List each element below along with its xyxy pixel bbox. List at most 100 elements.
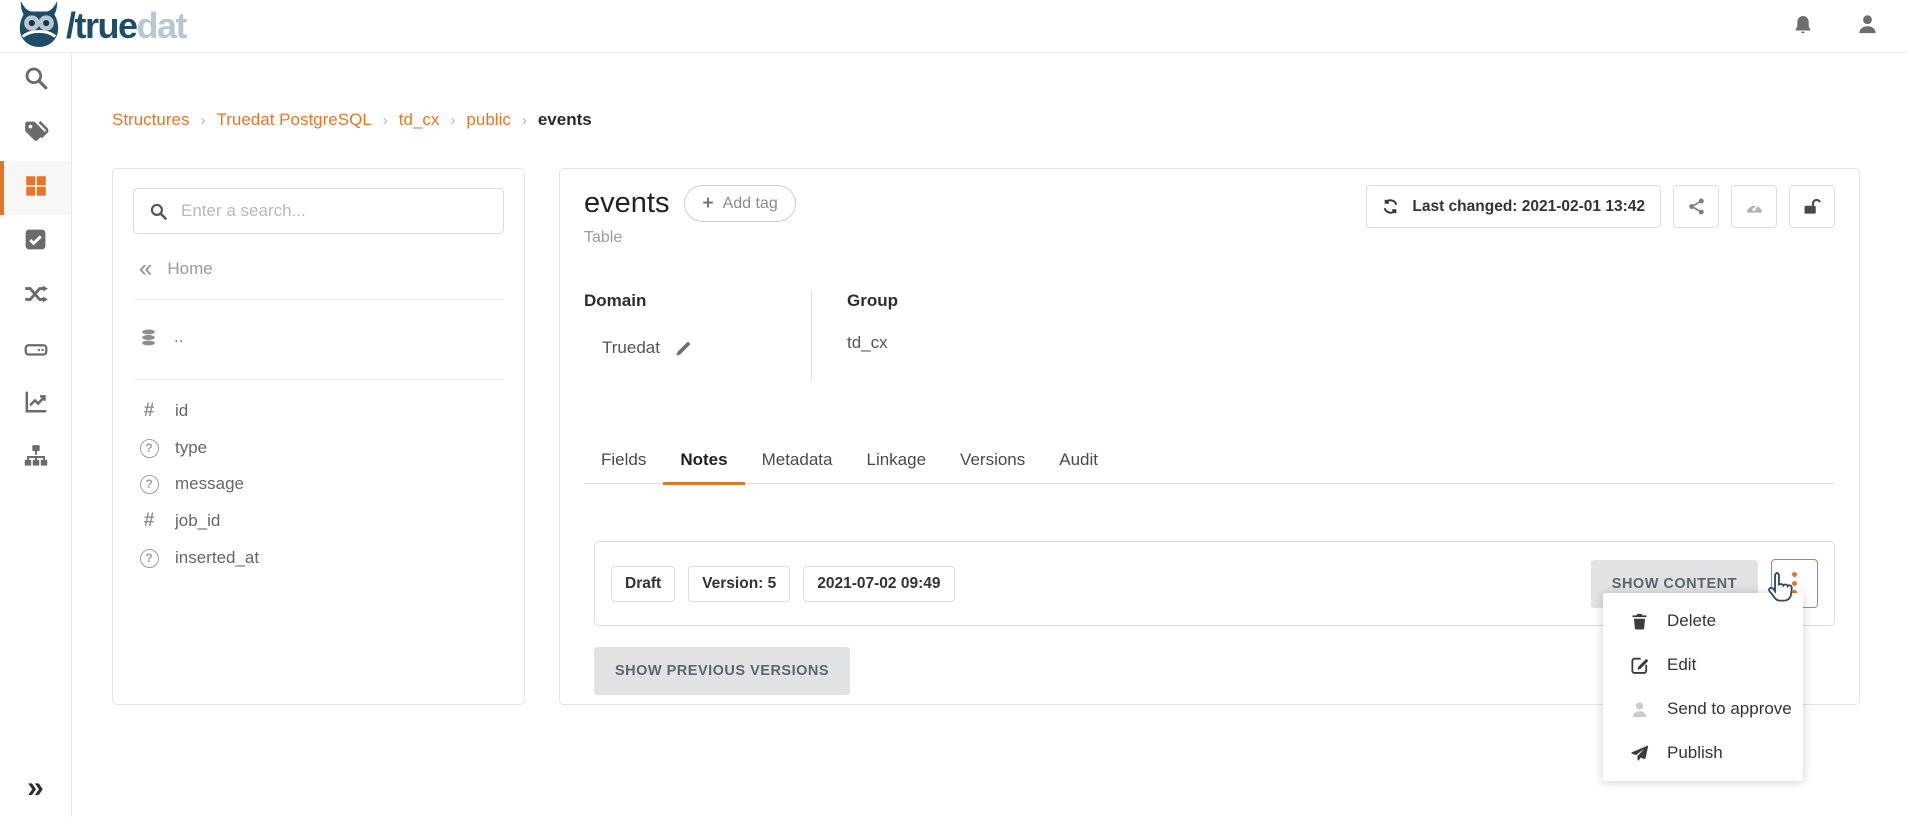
approver-icon	[1629, 700, 1650, 719]
detail-header: events + Add tag Table	[584, 185, 1835, 247]
tab-audit[interactable]: Audit	[1042, 440, 1115, 485]
field-row-type[interactable]: ? type	[113, 430, 524, 466]
date-badge: 2021-07-02 09:49	[803, 566, 954, 602]
check-square-icon	[23, 227, 48, 257]
field-name: id	[175, 401, 188, 421]
sidebar-item-tags[interactable]	[0, 107, 71, 161]
field-name: message	[175, 474, 244, 494]
share-button[interactable]	[1673, 185, 1719, 228]
structure-type-label: Table	[584, 229, 796, 247]
unlock-icon	[1802, 197, 1822, 217]
home-label: Home	[167, 259, 212, 279]
sidebar-item-systems[interactable]	[0, 323, 71, 377]
field-row-id[interactable]: # id	[113, 392, 524, 430]
unknown-type-icon: ?	[140, 439, 159, 458]
drive-icon	[23, 335, 49, 366]
browser-parent-link[interactable]: ..	[139, 327, 504, 347]
breadcrumb-link-structures[interactable]: Structures	[112, 110, 189, 130]
page-title: events	[584, 187, 669, 220]
refresh-icon[interactable]	[1382, 198, 1399, 215]
field-row-inserted-at[interactable]: ? inserted_at	[113, 540, 524, 576]
owl-logo-icon	[16, 0, 62, 53]
menu-item-publish[interactable]: Publish	[1603, 731, 1803, 775]
menu-item-edit[interactable]: Edit	[1603, 643, 1803, 687]
quality-dashboard-button[interactable]	[1731, 185, 1777, 228]
sidebar-item-search[interactable]	[0, 53, 71, 107]
meta-section: Domain Truedat Group td_cx	[584, 291, 1835, 380]
user-menu-button[interactable]	[1856, 13, 1879, 39]
parent-label: ..	[174, 327, 183, 347]
group-block: Group td_cx	[812, 291, 898, 380]
sidebar-item-dashboards[interactable]	[0, 377, 71, 431]
search-input[interactable]	[181, 201, 488, 221]
note-context-menu: Delete Edit Send to approve	[1603, 593, 1803, 781]
field-name: type	[175, 438, 207, 458]
divider	[133, 299, 504, 300]
share-icon	[1687, 197, 1706, 216]
breadcrumb-link-database[interactable]: td_cx	[399, 110, 440, 130]
tab-notes[interactable]: Notes	[663, 440, 744, 485]
group-label: Group	[847, 291, 898, 311]
group-value: td_cx	[847, 333, 888, 353]
bell-icon	[1792, 14, 1814, 39]
brand-text-secondary: dat	[137, 5, 187, 46]
chart-line-icon	[23, 389, 49, 420]
breadcrumb: Structures › Truedat PostgreSQL › td_cx …	[112, 110, 592, 130]
tab-metadata[interactable]: Metadata	[745, 440, 850, 485]
paper-plane-icon	[1629, 744, 1650, 763]
brand-logo[interactable]: /truedat	[16, 0, 186, 53]
menu-item-label: Publish	[1667, 743, 1723, 763]
gauge-icon	[1744, 196, 1765, 217]
notifications-button[interactable]	[1792, 14, 1814, 39]
field-list: # id ? type ? message # job_id ? inserte…	[113, 392, 524, 576]
version-badge: Version: 5	[688, 566, 790, 602]
magnifier-icon	[23, 65, 49, 96]
domain-label: Domain	[584, 291, 811, 311]
user-icon	[1856, 13, 1879, 39]
sidebar-item-lineage[interactable]	[0, 269, 71, 323]
detail-tabs: Fields Notes Metadata Linkage Versions A…	[584, 440, 1835, 484]
status-badge: Draft	[611, 566, 675, 602]
icon-sidebar: »	[0, 53, 72, 817]
menu-item-delete[interactable]: Delete	[1603, 599, 1803, 643]
sidebar-item-taxonomy[interactable]	[0, 431, 71, 485]
breadcrumb-separator: ›	[383, 112, 388, 129]
topbar-actions	[1792, 13, 1887, 39]
field-name: inserted_at	[175, 548, 259, 568]
edit-domain-button[interactable]	[675, 340, 692, 357]
structure-browser-panel: « Home .. # id ? type	[112, 168, 525, 705]
sidebar-expand-button[interactable]: »	[0, 773, 71, 803]
unknown-type-icon: ?	[140, 475, 159, 494]
database-icon	[139, 328, 158, 347]
breadcrumb-separator: ›	[522, 112, 527, 129]
field-name: job_id	[175, 511, 220, 531]
add-tag-label: Add tag	[723, 195, 778, 213]
unknown-type-icon: ?	[140, 549, 159, 568]
sidebar-item-structures[interactable]	[0, 161, 71, 215]
plus-icon: +	[702, 193, 713, 215]
field-row-message[interactable]: ? message	[113, 466, 524, 502]
last-changed-box: Last changed: 2021-02-01 13:42	[1366, 185, 1661, 228]
top-header: /truedat	[0, 0, 1907, 53]
field-row-job-id[interactable]: # job_id	[113, 502, 524, 540]
last-changed-label: Last changed: 2021-02-01 13:42	[1412, 198, 1645, 216]
number-field-icon: #	[139, 400, 159, 422]
breadcrumb-link-schema[interactable]: public	[466, 110, 510, 130]
sidebar-item-rules[interactable]	[0, 215, 71, 269]
header-controls: Last changed: 2021-02-01 13:42	[1366, 185, 1835, 228]
brand-text-primary: /true	[66, 5, 137, 46]
grid-icon	[23, 173, 49, 204]
show-previous-versions-button[interactable]: SHOW PREVIOUS VERSIONS	[594, 647, 850, 695]
breadcrumb-link-system[interactable]: Truedat PostgreSQL	[216, 110, 371, 130]
tab-linkage[interactable]: Linkage	[849, 440, 943, 485]
domain-value: Truedat	[602, 338, 660, 358]
add-tag-button[interactable]: + Add tag	[684, 185, 795, 222]
browser-home-link[interactable]: « Home	[139, 259, 504, 279]
permissions-button[interactable]	[1789, 185, 1835, 228]
tab-versions[interactable]: Versions	[943, 440, 1042, 485]
breadcrumb-separator: ›	[200, 112, 205, 129]
tab-fields[interactable]: Fields	[584, 440, 663, 485]
menu-item-send-to-approve[interactable]: Send to approve	[1603, 687, 1803, 731]
domain-block: Domain Truedat	[584, 291, 812, 380]
trash-icon	[1629, 612, 1650, 631]
